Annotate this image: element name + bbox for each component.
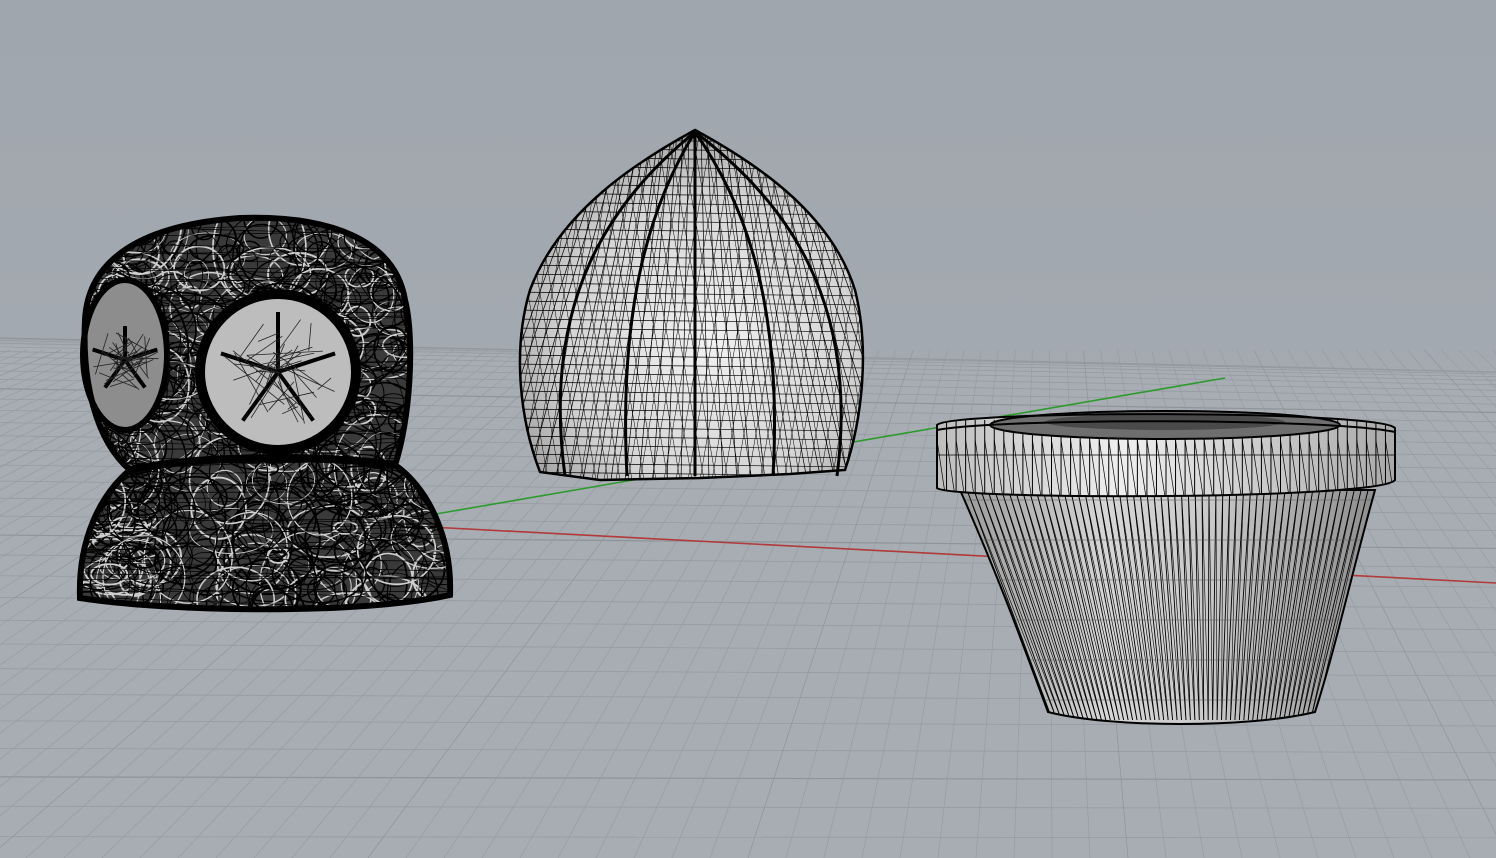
perspective-viewport[interactable]: [0, 0, 1496, 858]
